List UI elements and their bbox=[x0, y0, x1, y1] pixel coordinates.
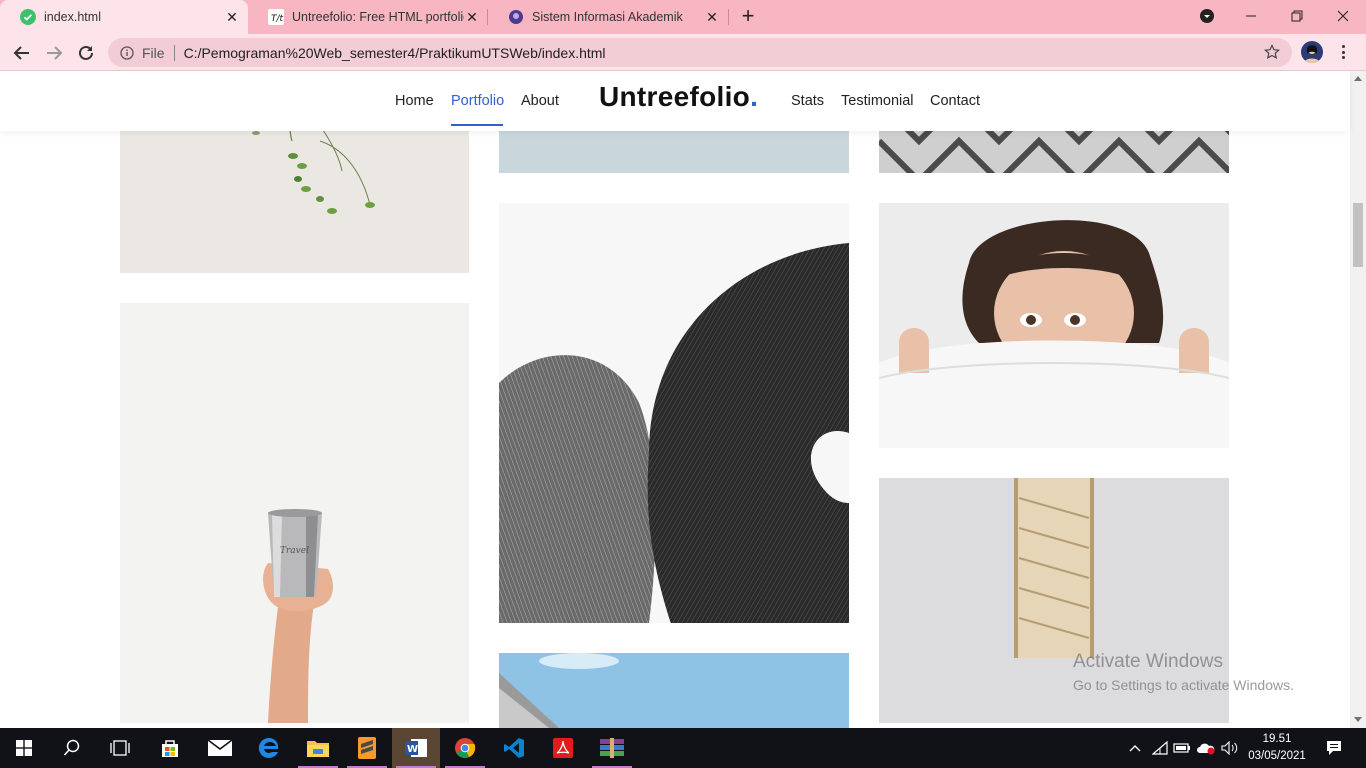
battery-icon[interactable] bbox=[1172, 728, 1192, 768]
nav-link-stats[interactable]: Stats bbox=[791, 93, 824, 109]
tab-sistem-informasi[interactable]: Sistem Informasi Akademik ✕ bbox=[488, 0, 728, 34]
tab-untreefolio[interactable]: T/t Untreefolio: Free HTML portfolio ✕ bbox=[248, 0, 488, 34]
tab-title: index.html bbox=[44, 10, 101, 24]
tab-search-icon[interactable] bbox=[1184, 0, 1230, 32]
action-center-icon[interactable] bbox=[1318, 728, 1350, 768]
tab-separator bbox=[728, 9, 729, 25]
logo-dot: . bbox=[750, 81, 759, 112]
portfolio-image-woman-blanket[interactable] bbox=[879, 203, 1229, 448]
portfolio-image-sculpture[interactable] bbox=[499, 203, 849, 623]
address-url[interactable]: C:/Pemograman%20Web_semester4/PraktikumU… bbox=[184, 45, 606, 61]
file-explorer-icon[interactable] bbox=[294, 728, 342, 768]
browser-menu-icon[interactable] bbox=[1338, 42, 1348, 62]
scroll-down-arrow-icon[interactable] bbox=[1354, 717, 1362, 722]
portfolio-image-hand-cup[interactable]: Travel bbox=[120, 303, 469, 723]
nav-active-underline bbox=[451, 124, 503, 126]
scrollbar-thumb[interactable] bbox=[1353, 203, 1363, 267]
acrobat-icon[interactable] bbox=[539, 728, 587, 768]
tab-index-html[interactable]: index.html ✕ bbox=[0, 0, 248, 34]
volume-icon[interactable] bbox=[1220, 728, 1240, 768]
tab-favicon-icon: T/t bbox=[268, 9, 284, 25]
browser-toolbar: File C:/Pemograman%20Web_semester4/Prakt… bbox=[0, 34, 1366, 71]
nav-link-about[interactable]: About bbox=[521, 93, 559, 109]
network-icon[interactable] bbox=[1150, 728, 1170, 768]
start-windows-icon[interactable] bbox=[0, 728, 48, 768]
onedrive-icon[interactable] bbox=[1196, 728, 1216, 768]
site-info-icon[interactable] bbox=[120, 45, 134, 60]
vscode-icon[interactable] bbox=[490, 728, 538, 768]
windows-taskbar: W 19.51 03/05/2021 bbox=[0, 728, 1366, 768]
tab-favicon-icon bbox=[508, 9, 524, 25]
chrome-icon[interactable] bbox=[441, 728, 489, 768]
minimize-icon[interactable] bbox=[1228, 0, 1274, 32]
svg-text:T/t: T/t bbox=[271, 14, 284, 24]
page-viewport: Travel Home Portfolio About Untreefolio.… bbox=[0, 71, 1366, 728]
tab-close-icon[interactable]: ✕ bbox=[464, 9, 480, 25]
search-icon[interactable] bbox=[48, 728, 96, 768]
watermark-subtitle: Go to Settings to activate Windows. bbox=[1073, 677, 1294, 693]
address-divider bbox=[173, 44, 175, 61]
portfolio-image-building-sky[interactable] bbox=[499, 653, 849, 728]
tab-title: Untreefolio: Free HTML portfolio bbox=[292, 10, 464, 24]
winrar-icon[interactable] bbox=[588, 728, 636, 768]
mail-icon[interactable] bbox=[196, 728, 244, 768]
tab-favicon-icon bbox=[20, 9, 36, 25]
page-scrollbar[interactable] bbox=[1350, 71, 1366, 728]
nav-link-portfolio[interactable]: Portfolio bbox=[451, 93, 504, 109]
back-arrow-icon[interactable] bbox=[8, 39, 36, 67]
bookmark-star-icon[interactable] bbox=[1264, 44, 1280, 60]
site-logo[interactable]: Untreefolio. bbox=[599, 81, 758, 113]
address-bar[interactable]: File C:/Pemograman%20Web_semester4/Prakt… bbox=[108, 38, 1292, 67]
close-window-icon[interactable] bbox=[1320, 0, 1366, 32]
nav-link-home[interactable]: Home bbox=[395, 93, 434, 109]
browser-tab-strip: index.html ✕ T/t Untreefolio: Free HTML … bbox=[0, 0, 1366, 34]
clock-time: 19.51 bbox=[1262, 733, 1292, 745]
task-view-icon[interactable] bbox=[96, 728, 144, 768]
nav-link-testimonial[interactable]: Testimonial bbox=[841, 93, 914, 109]
svg-text:Travel: Travel bbox=[280, 546, 309, 556]
tab-close-icon[interactable]: ✕ bbox=[224, 9, 240, 25]
edge-icon[interactable] bbox=[245, 728, 293, 768]
show-hidden-icons-chevron-icon[interactable] bbox=[1126, 728, 1144, 768]
activate-windows-watermark: Activate Windows Go to Settings to activ… bbox=[1073, 651, 1294, 693]
taskbar-clock[interactable]: 19.51 03/05/2021 bbox=[1244, 731, 1310, 765]
word-icon[interactable]: W bbox=[392, 728, 440, 768]
address-scheme-label: File bbox=[142, 44, 165, 61]
forward-arrow-icon[interactable] bbox=[40, 39, 68, 67]
svg-text:W: W bbox=[407, 744, 418, 755]
logo-text: Untreefolio bbox=[599, 81, 751, 112]
nav-link-contact[interactable]: Contact bbox=[930, 93, 980, 109]
profile-avatar[interactable] bbox=[1301, 41, 1323, 63]
reload-icon[interactable] bbox=[72, 39, 100, 67]
clock-date: 03/05/2021 bbox=[1248, 750, 1306, 762]
sublime-text-icon[interactable] bbox=[343, 728, 391, 768]
restore-icon[interactable] bbox=[1274, 0, 1320, 32]
tab-close-icon[interactable]: ✕ bbox=[704, 9, 720, 25]
watermark-title: Activate Windows bbox=[1073, 651, 1223, 672]
tab-title: Sistem Informasi Akademik bbox=[532, 10, 683, 24]
scroll-up-arrow-icon[interactable] bbox=[1354, 76, 1362, 81]
site-navbar: Home Portfolio About Untreefolio. Stats … bbox=[0, 71, 1350, 131]
new-tab-button[interactable]: + bbox=[736, 5, 760, 29]
store-icon[interactable] bbox=[146, 728, 194, 768]
